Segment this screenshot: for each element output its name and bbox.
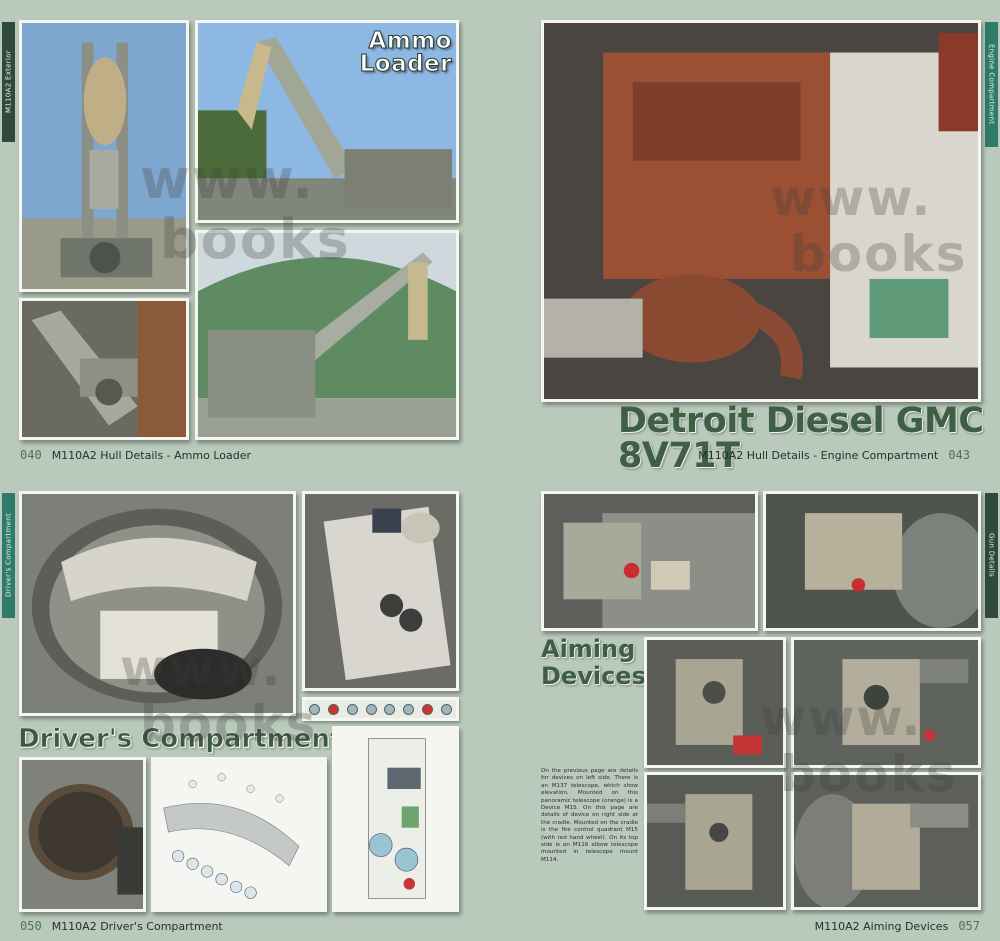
- page-number: 050: [20, 919, 42, 933]
- photo-instrument-panel: [302, 491, 459, 691]
- side-tab-drivers: Driver's Compartment: [2, 493, 15, 618]
- photo-aiming-3: [644, 637, 786, 768]
- photo-aiming-2: [763, 491, 981, 631]
- title-detroit-diesel: Detroit Diesel GMC 8V71T: [618, 401, 984, 476]
- title-ammo-loader: Ammo Loader: [359, 28, 452, 77]
- footer-p043: M110A2 Hull Details - Engine Compartment…: [698, 448, 970, 462]
- title-aiming-devices: Aiming Devices: [541, 635, 646, 690]
- page-number: 043: [948, 448, 970, 462]
- diagram-gauges-exploded: [151, 757, 327, 912]
- photo-aiming-1: [541, 491, 758, 631]
- footer-p040: 040 M110A2 Hull Details - Ammo Loader: [20, 448, 252, 462]
- photo-aiming-4: [791, 637, 981, 768]
- title-drivers-compartment: Driver's Compartment: [18, 724, 343, 754]
- page-number: 040: [20, 448, 42, 462]
- gauge-strip: [302, 697, 459, 721]
- side-tab-engine: Engine Compartment: [985, 22, 998, 147]
- photo-loader-hangar: [195, 230, 459, 440]
- photo-loader-tall: [19, 20, 189, 292]
- page-number: 057: [958, 919, 980, 933]
- photo-loader-mechanism: [19, 298, 189, 440]
- footer-p057: M110A2 Aiming Devices 057: [814, 919, 980, 933]
- footer-p050: 050 M110A2 Driver's Compartment: [20, 919, 223, 933]
- diagram-panel: [332, 726, 459, 912]
- caption-aiming: On the previous page are details for dev…: [541, 768, 638, 863]
- side-tab-gun-details: Gun Details: [985, 493, 998, 618]
- photo-aiming-5: [644, 772, 786, 910]
- photo-driver-hatch: [19, 757, 146, 912]
- photo-aiming-6: [791, 772, 981, 910]
- photo-engine: [541, 20, 981, 402]
- photo-hatch-ring: [19, 491, 296, 716]
- side-tab-exterior: M110A2 Exterior: [2, 22, 15, 142]
